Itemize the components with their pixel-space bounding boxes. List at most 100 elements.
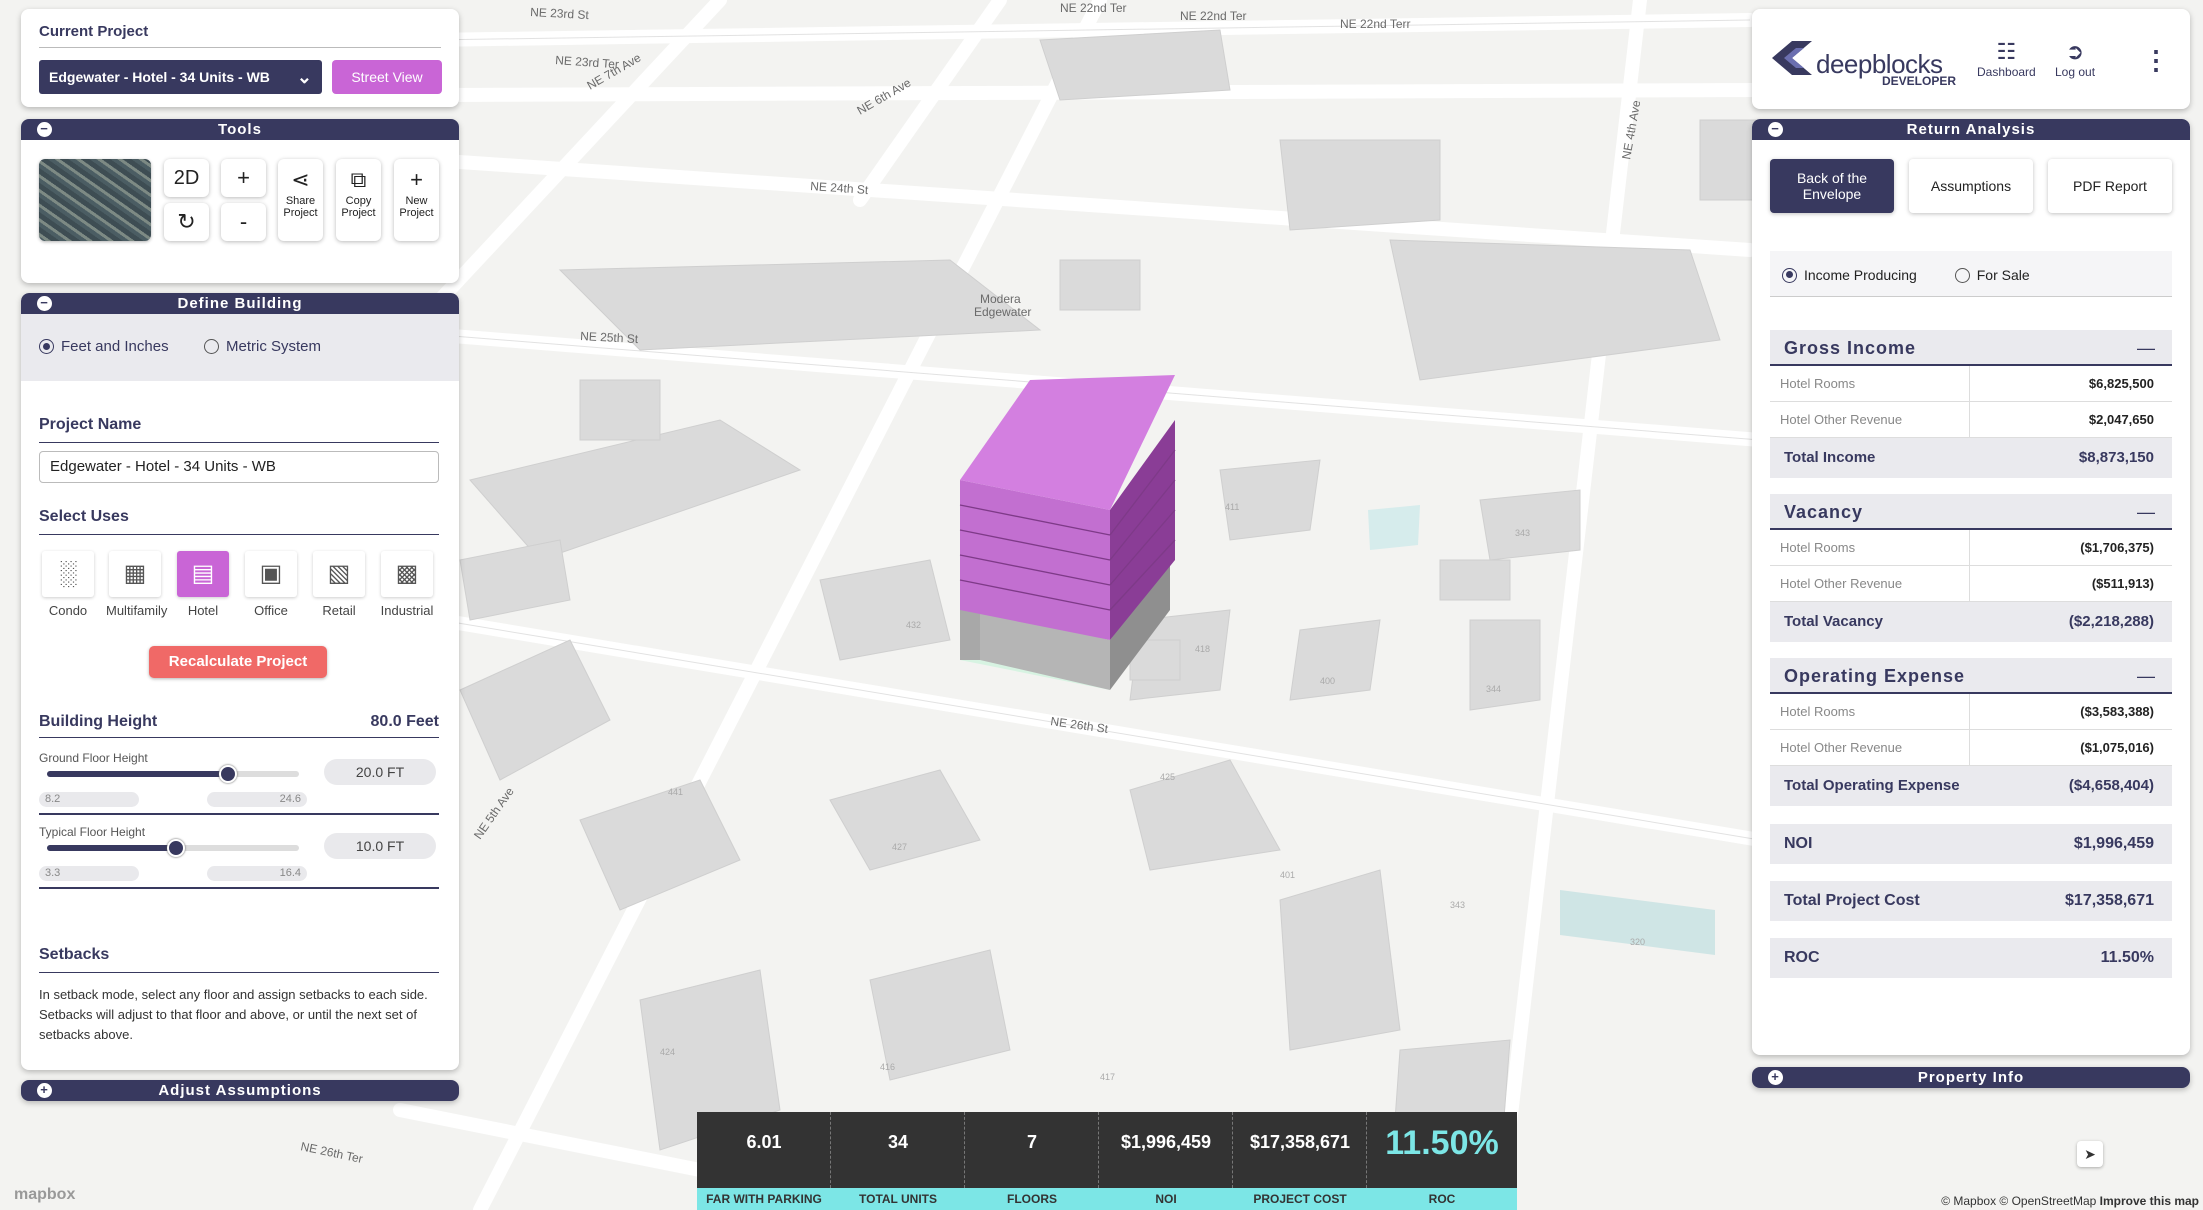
stats-bar: 6.01 FAR WITH PARKING 34 TOTAL UNITS 7 FLOO…: [697, 1112, 1517, 1210]
stat-noi: $1,996,459 NOI: [1099, 1112, 1233, 1210]
svg-text:427: 427: [892, 842, 907, 852]
project-select[interactable]: Edgewater - Hotel - 34 Units - WB ⌄: [39, 60, 322, 94]
dashboard-button[interactable]: ☷ Dashboard: [1977, 39, 2036, 79]
zoom-in-button[interactable]: +: [221, 159, 266, 197]
collapse-icon[interactable]: —: [2137, 494, 2156, 530]
operating-expense-section: Operating Expense — Hotel Rooms ($3,583,38…: [1770, 658, 2172, 806]
svg-text:425: 425: [1160, 772, 1175, 782]
expand-icon[interactable]: +: [37, 1083, 52, 1098]
unit-system-group: Feet and Inches Metric System: [21, 314, 459, 381]
roc-row: ROC 11.50%: [1770, 938, 2172, 978]
copy-project-button[interactable]: ⧉ Copy Project: [336, 159, 381, 241]
map-label: Modera: [980, 292, 1021, 306]
map-label: Edgewater: [974, 305, 1031, 319]
use-office[interactable]: ▣ Office: [242, 551, 300, 618]
property-info-panel[interactable]: + Property Info: [1752, 1067, 2190, 1088]
use-industrial[interactable]: ▩ Industrial: [378, 551, 436, 618]
use-retail[interactable]: ▧ Retail: [310, 551, 368, 618]
slider-track[interactable]: [47, 839, 299, 857]
compass-icon[interactable]: ➤: [2077, 1141, 2103, 1167]
deepblocks-logo: deepblocks DEVELOPER: [1770, 39, 1956, 88]
new-project-button[interactable]: + New Project: [394, 159, 439, 241]
use-condo[interactable]: ░ Condo: [39, 551, 97, 618]
stat-total-units: 34 TOTAL UNITS: [831, 1112, 965, 1210]
ground-floor-slider: Ground Floor Height 20.0 FT 8.2 24.6: [39, 751, 439, 815]
define-building-title: Define Building: [177, 295, 303, 312]
tab-back-of-envelope[interactable]: Back of the Envelope: [1770, 159, 1894, 213]
stat-far: 6.01 FAR WITH PARKING: [697, 1112, 831, 1210]
rotate-icon[interactable]: ↻: [164, 203, 209, 241]
tab-pdf-report[interactable]: PDF Report: [2048, 159, 2172, 213]
adjust-assumptions-panel[interactable]: + Adjust Assumptions: [21, 1080, 459, 1101]
share-project-button[interactable]: ⋖ Share Project: [278, 159, 323, 241]
total-project-cost-row: Total Project Cost $17,358,671: [1770, 881, 2172, 921]
recalculate-button[interactable]: Recalculate Project: [149, 646, 327, 678]
unit-option-metric[interactable]: Metric System: [204, 338, 321, 356]
grid-icon: ☷: [1996, 39, 2017, 64]
condo-icon: ░: [42, 551, 94, 597]
unit-option-feet[interactable]: Feet and Inches: [39, 338, 169, 356]
building-height-row: Building Height 80.0 Feet: [39, 713, 439, 738]
typical-floor-slider: Typical Floor Height 10.0 FT 3.3 16.4: [39, 825, 439, 889]
share-icon: ⋖: [291, 167, 310, 192]
table-row: Hotel Rooms $6,825,500: [1770, 366, 2172, 402]
svg-text:424: 424: [660, 1047, 675, 1057]
collapse-icon[interactable]: −: [1768, 122, 1783, 137]
property-info-title: Property Info: [1917, 1069, 2025, 1086]
tools-title: Tools: [218, 121, 262, 138]
option-for-sale[interactable]: For Sale: [1954, 266, 2030, 283]
collapse-icon[interactable]: —: [2137, 330, 2156, 366]
copy-icon: ⧉: [350, 167, 367, 192]
svg-text:320: 320: [1630, 937, 1645, 947]
slider-handle[interactable]: [166, 839, 185, 857]
mapbox-logo[interactable]: mapbox: [14, 1186, 75, 1204]
collapse-icon[interactable]: −: [37, 296, 52, 311]
current-project-title: Current Project: [39, 23, 149, 40]
property-type-group: Income Producing For Sale: [1770, 251, 2172, 297]
more-menu-icon[interactable]: ⋮: [2143, 45, 2169, 76]
use-multifamily[interactable]: ▦ Multifamily: [106, 551, 167, 618]
option-income-producing[interactable]: Income Producing: [1782, 266, 1917, 283]
retail-icon: ▧: [313, 551, 365, 597]
svg-text:401: 401: [1280, 870, 1295, 880]
satellite-toggle[interactable]: [39, 159, 151, 241]
total-vacancy-row: Total Vacancy ($2,218,288): [1770, 602, 2172, 642]
2d-toggle-button[interactable]: 2D: [164, 159, 209, 197]
map-label: NE 22nd Terr: [1340, 17, 1410, 31]
vacancy-section: Vacancy — Hotel Rooms ($1,706,375) Hotel O…: [1770, 494, 2172, 642]
ground-floor-value[interactable]: 20.0 FT: [324, 759, 436, 785]
project-name-label: Project Name: [39, 416, 439, 443]
table-row: Hotel Rooms ($3,583,388): [1770, 694, 2172, 730]
logout-button[interactable]: ➲ Log out: [2055, 39, 2095, 79]
gross-income-section: Gross Income — Hotel Rooms $6,825,500 Hote…: [1770, 330, 2172, 478]
collapse-icon[interactable]: —: [2137, 658, 2156, 694]
chevron-down-icon: ⌄: [296, 67, 312, 87]
slider-max: 24.6: [207, 792, 307, 807]
typical-floor-value[interactable]: 10.0 FT: [324, 833, 436, 859]
expand-icon[interactable]: +: [1768, 1070, 1783, 1085]
slider-min: 3.3: [39, 866, 139, 881]
current-project-panel: Current Project Edgewater - Hotel - 34 U…: [21, 9, 459, 107]
collapse-icon[interactable]: −: [37, 122, 52, 137]
table-row: Hotel Other Revenue $2,047,650: [1770, 402, 2172, 438]
adjust-assumptions-title: Adjust Assumptions: [158, 1082, 322, 1099]
total-operating-expense-row: Total Operating Expense ($4,658,404): [1770, 766, 2172, 806]
define-building-panel: − Define Building Feet and Inches Metric …: [21, 293, 459, 1070]
street-view-button[interactable]: Street View: [332, 60, 442, 94]
map-label: NE 22nd Ter: [1180, 9, 1247, 23]
slider-track[interactable]: [47, 765, 299, 783]
project-name-input[interactable]: Edgewater - Hotel - 34 Units - WB: [39, 451, 439, 483]
map-attribution: © Mapbox © OpenStreetMap Improve this ma…: [1941, 1194, 2199, 1208]
total-income-row: Total Income $8,873,150: [1770, 438, 2172, 478]
tab-assumptions[interactable]: Assumptions: [1909, 159, 2033, 213]
svg-text:417: 417: [1100, 1072, 1115, 1082]
plus-icon: +: [410, 167, 423, 192]
svg-text:416: 416: [880, 1062, 895, 1072]
logo-icon: [1772, 41, 1812, 75]
use-hotel[interactable]: ▤ Hotel: [174, 551, 232, 618]
slider-handle[interactable]: [219, 765, 238, 783]
zoom-out-button[interactable]: -: [221, 203, 266, 241]
svg-text:343: 343: [1515, 528, 1530, 538]
table-row: Hotel Other Revenue ($511,913): [1770, 566, 2172, 602]
radio-unchecked-icon: [1954, 267, 1970, 283]
